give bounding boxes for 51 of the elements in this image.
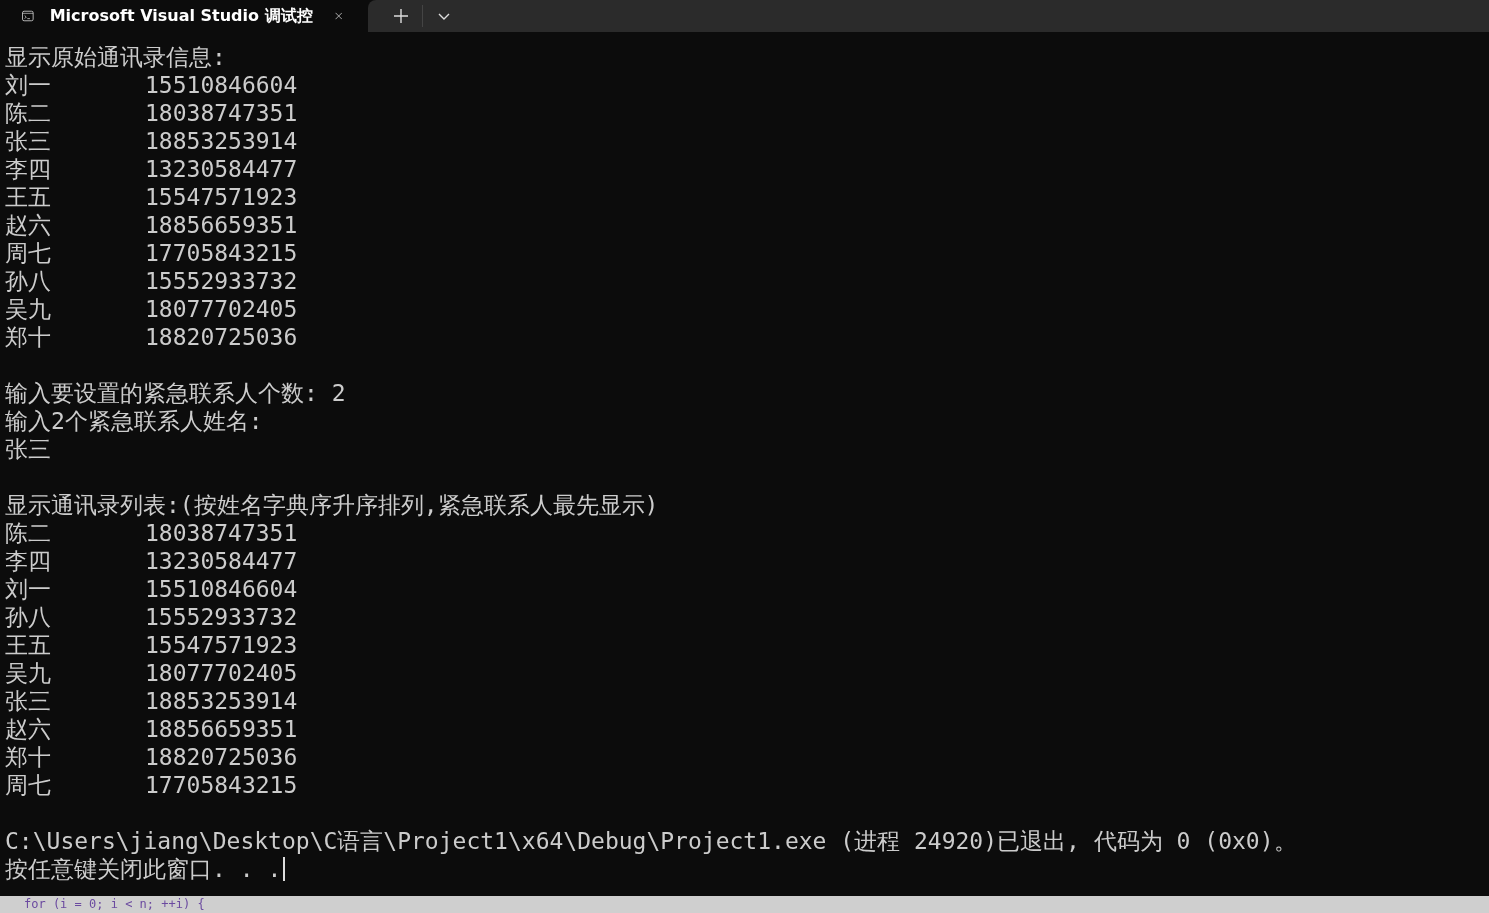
contact-name: 王五: [5, 183, 52, 211]
console-line: 显示通讯录列表:(按姓名字典序升序排列,紧急联系人最先显示): [5, 491, 659, 519]
phone-number: 13230584477: [145, 155, 298, 183]
contact-name: 吴九: [5, 659, 52, 687]
code-line: for (i = 0; i < n; ++i) {: [24, 897, 205, 911]
contact-name: 刘一: [5, 575, 52, 603]
console-line: 输入要设置的紧急联系人个数: 2: [5, 379, 346, 407]
contact-name: 孙八: [5, 603, 52, 631]
console-line: 输入2个紧急联系人姓名:: [5, 407, 263, 435]
phone-number: 15510846604: [145, 575, 298, 603]
phone-number: 18820725036: [145, 743, 298, 771]
contact-name: 陈二: [5, 519, 52, 547]
contact-name: 周七: [5, 239, 52, 267]
contact-name: 周七: [5, 771, 52, 799]
console-line: 按任意键关闭此窗口. . .: [5, 855, 282, 883]
contact-name: 李四: [5, 547, 52, 575]
contact-name: 张三: [5, 687, 52, 715]
contact-name: 陈二: [5, 99, 52, 127]
close-icon[interactable]: [334, 9, 342, 23]
phone-number: 18853253914: [145, 687, 298, 715]
phone-number: 18077702405: [145, 295, 298, 323]
contact-name: 郑十: [5, 323, 52, 351]
console-line: 显示原始通讯录信息:: [5, 43, 226, 71]
phone-number: 15510846604: [145, 71, 298, 99]
contact-name: 孙八: [5, 267, 52, 295]
phone-number: 15552933732: [145, 267, 298, 295]
phone-number: 17705843215: [145, 771, 298, 799]
phone-number: 18856659351: [145, 715, 298, 743]
phone-number: 18038747351: [145, 519, 298, 547]
contact-name: 李四: [5, 155, 52, 183]
contact-name: 刘一: [5, 71, 52, 99]
console-line: C:\Users\jiang\Desktop\C语言\Project1\x64\Debug\Project1.exe (进程 24920)已退出, 代码为 0 (0x0)。: [5, 827, 1297, 855]
contact-name: 王五: [5, 631, 52, 659]
phone-number: 15547571923: [145, 631, 298, 659]
contact-name: 张三: [5, 127, 52, 155]
chevron-down-icon: [437, 11, 451, 21]
phone-number: 18077702405: [145, 659, 298, 687]
phone-number: 18038747351: [145, 99, 298, 127]
phone-number: 18820725036: [145, 323, 298, 351]
phone-number: 18856659351: [145, 211, 298, 239]
phone-number: 17705843215: [145, 239, 298, 267]
plus-icon: [393, 8, 409, 24]
contact-name: 郑十: [5, 743, 52, 771]
contact-name: 吴九: [5, 295, 52, 323]
phone-number: 18853253914: [145, 127, 298, 155]
phone-number: 15547571923: [145, 183, 298, 211]
console-line: 张三: [5, 435, 51, 463]
contact-name: 赵六: [5, 211, 52, 239]
phone-number: 15552933732: [145, 603, 298, 631]
phone-number: 13230584477: [145, 547, 298, 575]
contact-name: 赵六: [5, 715, 52, 743]
